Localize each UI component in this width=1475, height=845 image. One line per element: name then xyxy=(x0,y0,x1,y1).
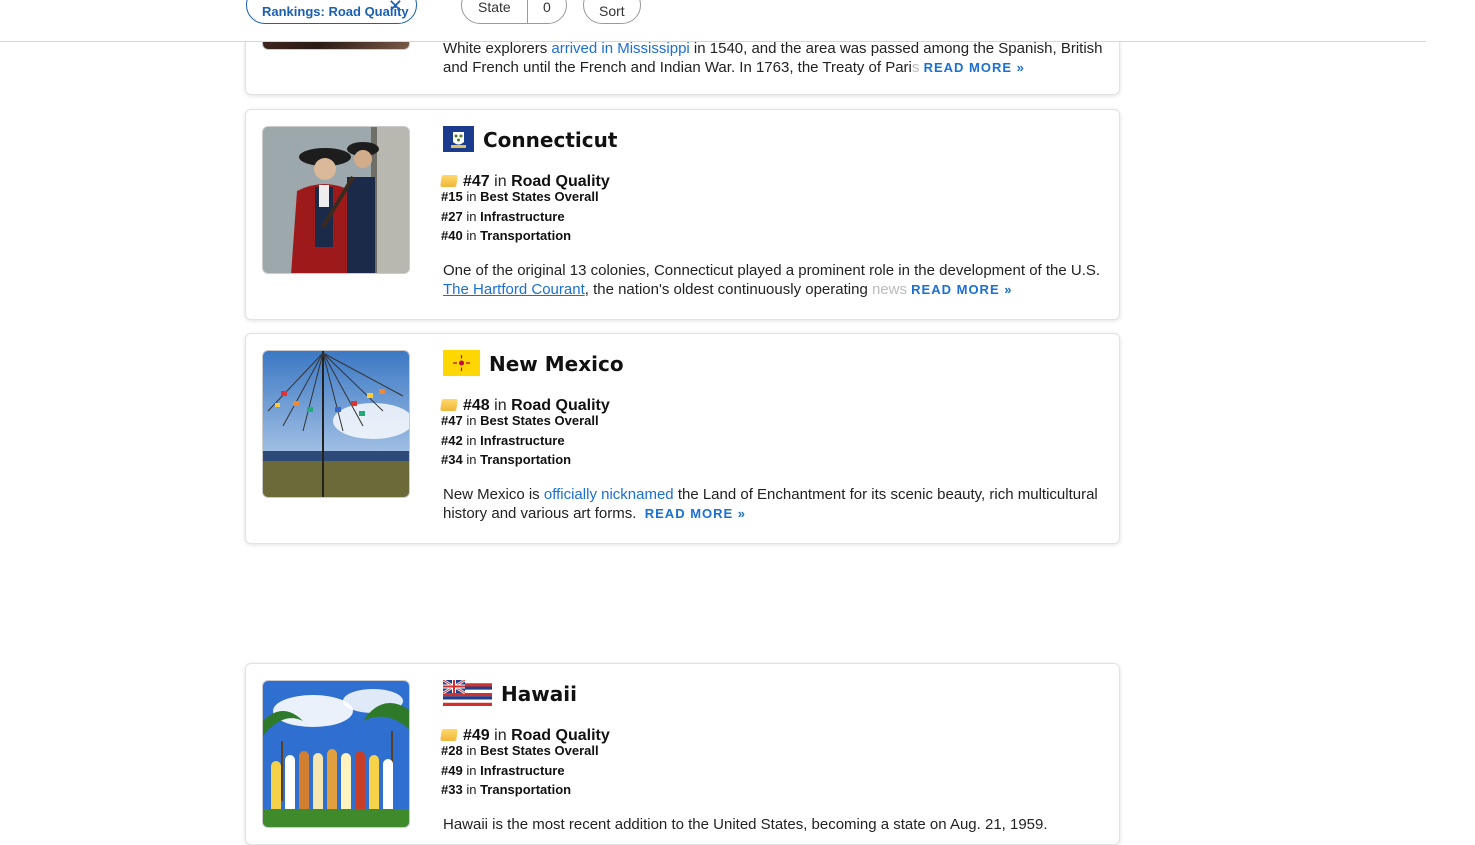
rank-in: in xyxy=(466,782,477,797)
state-description: One of the original 13 colonies, Connect… xyxy=(443,261,1103,299)
state-description: White explorers arrived in Mississippi i… xyxy=(443,39,1103,77)
read-more-link[interactable]: READ MORE » xyxy=(911,282,1012,297)
rank-in: in xyxy=(466,763,477,778)
state-card-connecticut: Connecticut #47 in Road Quality #15 in B… xyxy=(245,109,1120,320)
colonial-soldiers-photo xyxy=(263,127,409,273)
desc-link[interactable]: officially nicknamed xyxy=(544,486,674,503)
medal-icon xyxy=(440,729,458,741)
rank-in: in xyxy=(466,209,477,224)
state-filter-count: 0 xyxy=(543,0,551,15)
read-more-link[interactable]: READ MORE » xyxy=(645,506,746,521)
rank-category: Best States Overall xyxy=(480,189,599,204)
rank-in: in xyxy=(494,727,507,744)
rank-row: #40 in Transportation xyxy=(441,228,571,243)
rank-number: #49 xyxy=(441,763,463,778)
rank-row: #49 in Infrastructure xyxy=(441,763,565,778)
sort-button[interactable]: Sort xyxy=(583,0,641,24)
rank-number: #42 xyxy=(441,433,463,448)
connecticut-flag-icon xyxy=(443,126,474,152)
sort-label: Sort xyxy=(599,3,625,19)
desc-text: One of the original 13 colonies, Connect… xyxy=(443,262,1101,279)
desc-fade-text: s xyxy=(911,59,920,76)
prayer-flags-photo xyxy=(263,351,409,497)
state-card-new-mexico: New Mexico #48 in Road Quality #47 in Be… xyxy=(245,333,1120,544)
hawaii-flag-icon xyxy=(443,680,492,706)
state-name[interactable]: New Mexico xyxy=(489,352,624,376)
rank-number: #47 xyxy=(441,413,463,428)
desc-text: Hawaii is the most recent addition to th… xyxy=(443,816,1048,833)
rank-number: #28 xyxy=(441,743,463,758)
state-filter-chip[interactable]: State 0 xyxy=(461,0,567,24)
desc-text: New Mexico is xyxy=(443,486,544,503)
rank-in: in xyxy=(466,743,477,758)
rank-row: #34 in Transportation xyxy=(441,452,571,467)
rank-number: #40 xyxy=(441,228,463,243)
rank-category: Road Quality xyxy=(511,173,610,190)
rank-category: Infrastructure xyxy=(480,433,565,448)
rank-category: Transportation xyxy=(480,782,572,797)
rank-in: in xyxy=(494,173,507,190)
rank-category: Transportation xyxy=(480,452,572,467)
chip-divider xyxy=(527,0,528,23)
desc-fade-text: news xyxy=(871,281,907,298)
rank-in: in xyxy=(466,452,477,467)
rank-in: in xyxy=(466,228,477,243)
close-icon[interactable]: ✕ xyxy=(388,0,403,15)
rank-number: #27 xyxy=(441,209,463,224)
state-name[interactable]: Connecticut xyxy=(483,128,617,152)
rank-in: in xyxy=(466,433,477,448)
desc-text: White explorers xyxy=(443,40,552,57)
surfboard-fence-photo xyxy=(263,681,409,827)
medal-icon xyxy=(440,399,458,411)
rank-category: Infrastructure xyxy=(480,209,565,224)
desc-link[interactable]: The Hartford Courant xyxy=(443,281,585,298)
rank-category: Transportation xyxy=(480,228,572,243)
rank-number: #34 xyxy=(441,452,463,467)
rank-row: #42 in Infrastructure xyxy=(441,433,565,448)
rank-in: in xyxy=(466,413,477,428)
ranking-chip-label: Rankings: Road Quality xyxy=(262,3,409,19)
desc-text: , the nation's oldest continuously opera… xyxy=(584,281,872,298)
state-name[interactable]: Hawaii xyxy=(501,682,577,706)
rank-row: #47 in Best States Overall xyxy=(441,413,599,428)
rank-number: #49 xyxy=(463,727,490,744)
rank-row: #27 in Infrastructure xyxy=(441,209,565,224)
state-photo[interactable] xyxy=(262,126,410,274)
new-mexico-flag-icon xyxy=(443,350,480,376)
rank-category: Road Quality xyxy=(511,397,610,414)
state-photo[interactable] xyxy=(262,680,410,828)
rank-number: #47 xyxy=(463,173,490,190)
state-card-hawaii: Hawaii #49 in Road Quality #28 in Best S… xyxy=(245,663,1120,845)
rank-number: #15 xyxy=(441,189,463,204)
state-description: New Mexico is officially nicknamed the L… xyxy=(443,485,1103,523)
rank-in: in xyxy=(466,189,477,204)
filter-bar: Rankings: Road Quality ✕ State 0 Sort xyxy=(0,0,1426,42)
ranking-filter-chip[interactable]: Rankings: Road Quality ✕ xyxy=(246,0,417,24)
rank-category: Best States Overall xyxy=(480,743,599,758)
medal-icon xyxy=(440,175,458,187)
rank-category: Road Quality xyxy=(511,727,610,744)
rank-category: Best States Overall xyxy=(480,413,599,428)
read-more-link[interactable]: READ MORE » xyxy=(924,60,1025,75)
desc-link[interactable]: arrived in Mississippi xyxy=(551,40,689,57)
rank-in: in xyxy=(494,397,507,414)
rank-category: Infrastructure xyxy=(480,763,565,778)
rank-row: #33 in Transportation xyxy=(441,782,571,797)
state-filter-label: State xyxy=(478,0,511,15)
rank-number: #33 xyxy=(441,782,463,797)
state-photo[interactable] xyxy=(262,350,410,498)
rank-row: #15 in Best States Overall xyxy=(441,189,599,204)
state-description: Hawaii is the most recent addition to th… xyxy=(443,815,1103,834)
rank-row: #28 in Best States Overall xyxy=(441,743,599,758)
rank-number: #48 xyxy=(463,397,490,414)
